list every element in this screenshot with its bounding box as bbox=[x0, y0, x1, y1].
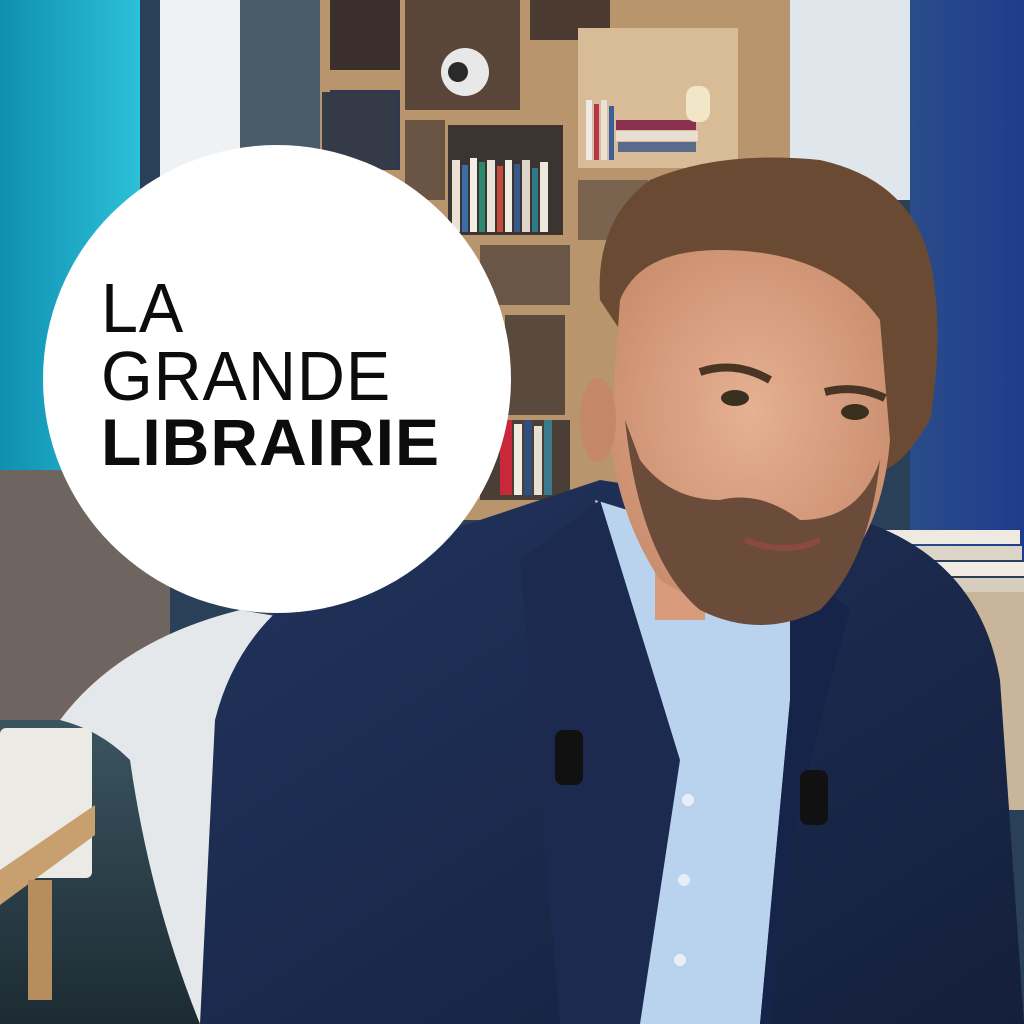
logo-text-line-1: LA bbox=[101, 269, 185, 347]
logo-text-line-3: LIBRAIRIE bbox=[101, 405, 440, 479]
show-logo-circle: LA GRANDE LIBRAIRIE bbox=[43, 145, 511, 613]
logo-text-line-2: GRANDE bbox=[101, 337, 392, 415]
tv-show-promo-image: LA GRANDE LIBRAIRIE bbox=[0, 0, 1024, 1024]
